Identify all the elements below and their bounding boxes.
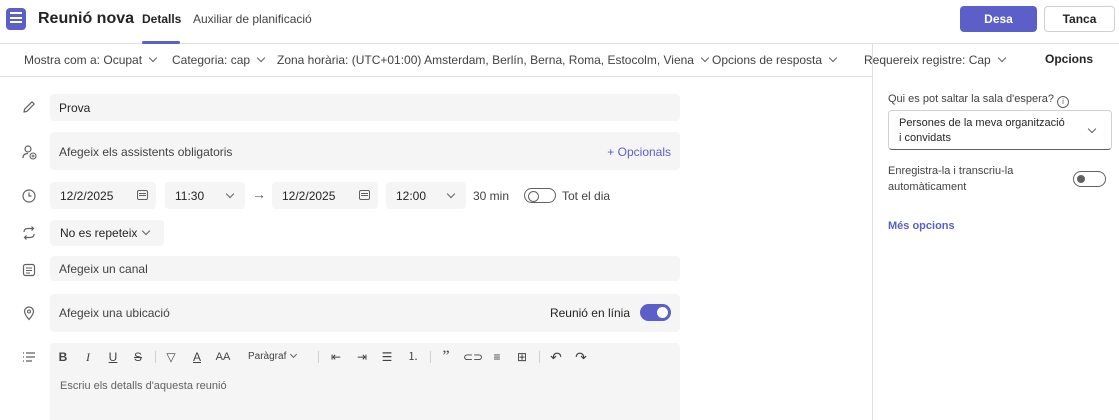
attendees-placeholder: Afegeix els assistents obligatoris bbox=[59, 145, 233, 159]
editor-placeholder: Escriu els detalls d'aquesta reunió bbox=[60, 380, 227, 392]
repeat-value: No es repeteix bbox=[60, 226, 138, 240]
title-field[interactable]: Prova bbox=[50, 94, 680, 121]
category-label: Categoria: cap bbox=[172, 53, 251, 67]
info-icon[interactable]: i bbox=[1056, 96, 1069, 108]
details-list-icon bbox=[23, 352, 35, 362]
bulleted-list-icon[interactable]: ☰ bbox=[379, 349, 395, 365]
channel-field[interactable]: Afegeix un canal bbox=[50, 256, 680, 281]
chevron-down-icon bbox=[141, 226, 151, 236]
start-time-select[interactable]: 11:30 bbox=[165, 182, 245, 209]
show-as-label: Mostra com a: Ocupat bbox=[24, 53, 143, 67]
end-date-picker[interactable]: 12/2/2025 bbox=[272, 182, 378, 209]
location-placeholder: Afegeix una ubicació bbox=[59, 306, 170, 320]
toolbar-divider bbox=[539, 351, 540, 363]
record-transcribe-label: Enregistra-la i transcriu-la automàticam… bbox=[888, 165, 1014, 193]
highlight-icon[interactable]: ▽ bbox=[163, 349, 179, 365]
page-title: Reunió nova bbox=[38, 10, 135, 27]
repeat-icon bbox=[23, 226, 35, 240]
decrease-indent-icon[interactable]: ⇤ bbox=[328, 349, 344, 365]
all-day-label: Tot el dia bbox=[562, 189, 611, 203]
lobby-bypass-label: Qui es pot saltar la sala d'espera? i bbox=[888, 93, 1069, 108]
link-icon[interactable]: ⊂⊃ bbox=[463, 349, 483, 365]
tab-details[interactable]: Detalls bbox=[142, 12, 181, 26]
options-bar: Mostra com a: Ocupat Categoria: cap Zona… bbox=[0, 44, 1006, 77]
show-as-dropdown[interactable]: Mostra com a: Ocupat bbox=[24, 53, 158, 67]
numbered-list-icon[interactable]: ⒈ bbox=[405, 349, 421, 365]
panel-title: Opcions bbox=[1045, 52, 1094, 66]
undo-icon[interactable]: ↶ bbox=[548, 349, 564, 365]
toolbar-divider bbox=[155, 351, 156, 363]
record-transcribe-toggle[interactable] bbox=[1073, 171, 1106, 187]
response-options-dropdown[interactable]: Opcions de resposta bbox=[712, 53, 838, 67]
toolbar-divider bbox=[318, 351, 319, 363]
repeat-select[interactable]: No es repeteix bbox=[50, 220, 164, 246]
lobby-bypass-select[interactable]: Persones de la meva organització i convi… bbox=[888, 110, 1112, 150]
timezone-label: Zona horària: (UTC+01:00) Amsterdam, Ber… bbox=[277, 53, 694, 67]
paragraph-style-label: Paràgraf bbox=[248, 351, 287, 362]
increase-indent-icon[interactable]: ⇥ bbox=[354, 349, 370, 365]
channel-icon bbox=[22, 263, 36, 277]
lobby-value-line1: Persones de la meva organització bbox=[899, 117, 1065, 129]
chevron-down-icon bbox=[148, 53, 158, 63]
category-dropdown[interactable]: Categoria: cap bbox=[172, 53, 266, 67]
bold-icon[interactable]: B bbox=[56, 349, 70, 365]
italic-icon[interactable]: I bbox=[81, 349, 95, 365]
chevron-down-icon bbox=[997, 53, 1006, 63]
all-day-toggle[interactable] bbox=[524, 188, 556, 203]
close-button[interactable]: Tanca bbox=[1044, 6, 1115, 32]
start-date-value: 12/2/2025 bbox=[60, 189, 114, 203]
details-editor[interactable]: B I U S ▽ A AA Paràgraf ⇤ ⇥ ☰ ⒈ ” ⊂⊃ ≡ ⊞… bbox=[50, 343, 680, 420]
registration-label: Requereix registre: Cap bbox=[864, 53, 991, 67]
lobby-value-line2: i convidats bbox=[899, 132, 951, 144]
calendar-icon bbox=[137, 190, 148, 200]
save-button[interactable]: Desa bbox=[960, 6, 1037, 32]
horizontal-rule-icon[interactable]: ≡ bbox=[489, 349, 505, 365]
chevron-down-icon bbox=[828, 53, 838, 63]
lobby-bypass-text: Qui es pot saltar la sala d'espera? bbox=[888, 93, 1054, 105]
location-field[interactable]: Afegeix una ubicació Reunió en línia bbox=[50, 294, 680, 332]
options-panel: Opcions Qui es pot saltar la sala d'espe… bbox=[872, 44, 1119, 420]
registration-dropdown[interactable]: Requereix registre: Cap bbox=[864, 53, 1006, 67]
paragraph-style-dropdown[interactable]: Paràgraf bbox=[248, 349, 306, 365]
online-meeting-toggle[interactable] bbox=[640, 304, 671, 321]
arrow-right-icon: → bbox=[252, 186, 266, 202]
chevron-down-icon bbox=[290, 350, 298, 359]
duration-label: 30 min bbox=[473, 189, 510, 203]
chevron-down-icon bbox=[225, 189, 235, 199]
font-color-icon[interactable]: A bbox=[189, 349, 205, 365]
add-person-icon bbox=[22, 145, 37, 160]
strikethrough-icon[interactable]: S bbox=[131, 349, 145, 365]
location-icon bbox=[23, 306, 35, 321]
calendar-app-icon bbox=[6, 8, 26, 30]
toolbar-divider bbox=[430, 351, 431, 363]
end-date-value: 12/2/2025 bbox=[282, 189, 336, 203]
add-optional-link[interactable]: + Opcionals bbox=[607, 145, 671, 159]
chevron-down-icon bbox=[446, 189, 456, 199]
attendees-field[interactable]: Afegeix els assistents obligatoris + Opc… bbox=[50, 132, 680, 170]
font-size-icon[interactable]: AA bbox=[214, 349, 232, 365]
end-time-value: 12:00 bbox=[396, 189, 427, 203]
response-options-label: Opcions de resposta bbox=[712, 53, 823, 67]
header: Reunió nova Detalls Auxiliar de planific… bbox=[0, 0, 1119, 44]
title-value: Prova bbox=[59, 101, 91, 115]
tab-scheduling-assistant[interactable]: Auxiliar de planificació bbox=[193, 12, 312, 26]
online-meeting-label: Reunió en línia bbox=[549, 306, 630, 320]
table-icon[interactable]: ⊞ bbox=[514, 349, 530, 365]
pencil-icon bbox=[23, 101, 35, 113]
start-date-picker[interactable]: 12/2/2025 bbox=[50, 182, 156, 209]
underline-icon[interactable]: U bbox=[106, 349, 120, 365]
redo-icon[interactable]: ↷ bbox=[573, 349, 589, 365]
timezone-dropdown[interactable]: Zona horària: (UTC+01:00) Amsterdam, Ber… bbox=[277, 53, 710, 67]
clock-icon bbox=[22, 189, 36, 203]
chevron-down-icon bbox=[700, 53, 710, 63]
more-options-link[interactable]: Més opcions bbox=[888, 220, 955, 232]
end-time-select[interactable]: 12:00 bbox=[386, 182, 466, 209]
channel-placeholder: Afegeix un canal bbox=[59, 262, 148, 276]
start-time-value: 11:30 bbox=[175, 189, 205, 203]
chevron-down-icon bbox=[256, 53, 266, 63]
quote-icon[interactable]: ” bbox=[438, 349, 454, 365]
calendar-icon bbox=[359, 190, 370, 200]
